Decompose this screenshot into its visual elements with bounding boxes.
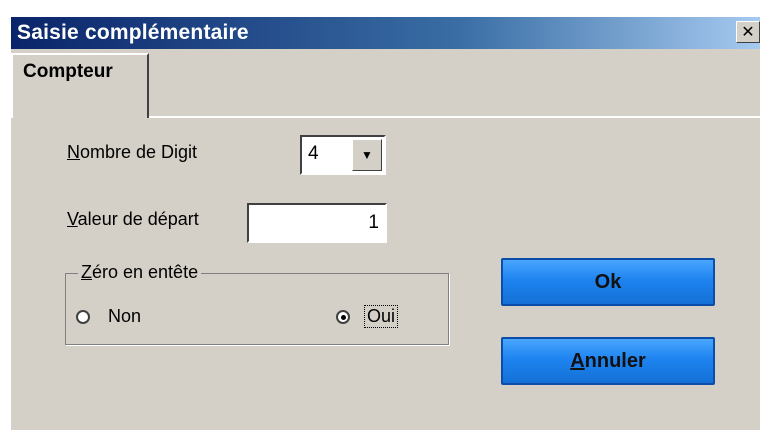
close-icon: ✕ — [741, 24, 755, 41]
start-value-input[interactable]: 1 — [247, 203, 387, 243]
window-title: Saisie complémentaire — [17, 21, 249, 44]
digits-value: 4 — [308, 143, 319, 164]
radio-oui-label[interactable]: Oui — [364, 305, 399, 328]
tab-strip-border — [149, 116, 760, 118]
ok-button-label: Ok — [594, 270, 622, 293]
title-bar[interactable]: Saisie complémentaire ✕ — [11, 17, 760, 49]
radio-non[interactable] — [76, 310, 90, 324]
digits-select[interactable]: 4 ▼ — [300, 135, 386, 175]
chevron-down-icon: ▼ — [361, 148, 373, 162]
dialog-window: Saisie complémentaire ✕ Compteur Nombre … — [10, 17, 760, 430]
tab-label: Compteur — [23, 61, 113, 82]
radio-oui[interactable] — [336, 310, 350, 324]
cancel-button-label: Annuler — [570, 349, 646, 372]
tab-compteur[interactable]: Compteur — [11, 53, 149, 118]
close-button[interactable]: ✕ — [736, 21, 760, 43]
dropdown-button[interactable]: ▼ — [352, 139, 382, 171]
cancel-button[interactable]: Annuler — [501, 337, 715, 385]
zero-prefix-legend: Zéro en entête — [78, 262, 202, 283]
digits-label: Nombre de Digit — [67, 142, 198, 162]
zero-prefix-group: Zéro en entête Non Oui — [65, 262, 449, 345]
start-value-label: Valeur de départ — [67, 209, 199, 229]
radio-non-label[interactable]: Non — [108, 306, 141, 327]
ok-button[interactable]: Ok — [501, 258, 715, 306]
